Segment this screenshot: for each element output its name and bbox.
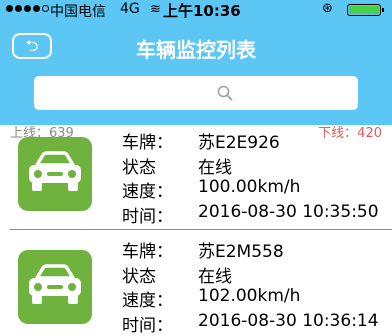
- network-type: 4G: [120, 1, 140, 17]
- status-label: 状态: [122, 267, 156, 287]
- time-label: 时间：: [122, 207, 173, 227]
- speed-value: 100.00km/h: [198, 177, 301, 197]
- plate-value: 苏E2M558: [198, 242, 284, 262]
- status-value: 在线: [198, 267, 232, 287]
- status-time: 上午10:36: [163, 2, 241, 20]
- plate-value: 苏E2E926: [198, 133, 280, 153]
- time-value: 2016-08-30 10:35:50: [198, 202, 379, 222]
- vehicle-list-item[interactable]: 车牌： 苏E2E926 状态 在线 速度： 100.00km/h 时间： 201…: [0, 125, 392, 227]
- status-label: 状态: [122, 158, 156, 178]
- time-label: 时间：: [122, 316, 173, 336]
- page-title: 车辆监控列表: [136, 38, 256, 62]
- status-value: 在线: [198, 158, 232, 178]
- plate-label: 车牌：: [122, 242, 173, 262]
- list-divider: [10, 229, 392, 230]
- car-icon: [18, 250, 92, 324]
- vehicle-list-item[interactable]: 车牌： 苏E2M558 状态 在线 速度： 102.00km/h 时间： 201…: [0, 234, 392, 336]
- car-icon: [18, 137, 92, 211]
- plate-label: 车牌：: [122, 133, 173, 153]
- battery-icon: [347, 4, 381, 16]
- search-icon: [217, 85, 233, 101]
- speed-value: 102.00km/h: [198, 286, 301, 306]
- speed-label: 速度：: [122, 182, 173, 202]
- battery-tip: [382, 8, 384, 12]
- carrier-name: 中国电信: [50, 4, 106, 20]
- time-value: 2016-08-30 10:36:14: [198, 311, 379, 331]
- wifi-icon: ≋: [150, 2, 161, 17]
- signal-strength-icon: [6, 5, 49, 12]
- rotation-lock-icon: ⊛: [322, 1, 333, 16]
- status-bar: 中国电信 4G ≋ 上午10:36 ⊛: [0, 0, 392, 20]
- search-input[interactable]: [34, 76, 358, 110]
- speed-label: 速度：: [122, 291, 173, 311]
